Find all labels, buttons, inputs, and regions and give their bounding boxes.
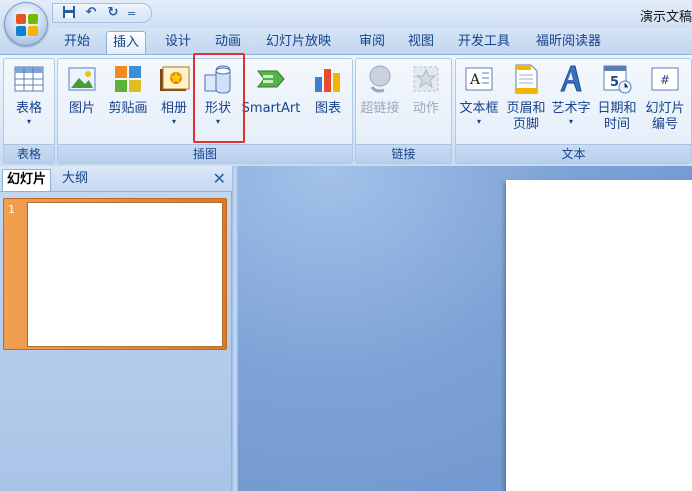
svg-text:#: # <box>660 73 670 87</box>
save-icon[interactable] <box>61 5 77 21</box>
slides-pane: 幻灯片 大纲 ✕ 1 <box>0 166 232 491</box>
quick-access-toolbar: ↶ ↻ = <box>52 3 152 23</box>
slides-pane-tabs: 幻灯片 大纲 ✕ <box>0 166 232 192</box>
date-time-button[interactable]: 5 日期和 时间 <box>595 63 639 133</box>
slide-number-label: 1 <box>8 203 15 216</box>
tab-review[interactable]: 审阅 <box>353 31 391 54</box>
tab-home[interactable]: 开始 <box>58 31 96 54</box>
group-label-illustrations: 插图 <box>58 144 352 163</box>
clipart-button[interactable]: 剪贴画 <box>106 63 150 117</box>
table-button[interactable]: 表格 ▾ <box>7 63 51 127</box>
tab-slides[interactable]: 幻灯片 <box>2 169 52 191</box>
shapes-highlight-box <box>193 53 245 143</box>
redo-icon[interactable]: ↻ <box>105 5 121 21</box>
hyperlink-globe-icon <box>364 63 396 95</box>
textbox-icon: A <box>463 63 495 95</box>
slide-number-button[interactable]: # 幻灯片 编号 <box>641 63 689 133</box>
group-links: 超链接 动作 链接 <box>355 58 452 164</box>
chevron-down-icon: ▾ <box>26 117 31 126</box>
slide-thumbnail[interactable] <box>27 202 223 347</box>
office-logo-icon <box>16 14 38 36</box>
picture-icon <box>66 63 98 95</box>
watermark-url: zhinan.sogou.com <box>514 444 640 458</box>
tab-slideshow[interactable]: 幻灯片放映 <box>260 31 337 54</box>
picture-button[interactable]: 图片 <box>60 63 104 117</box>
textbox-button[interactable]: A 文本框 ▾ <box>457 63 501 127</box>
customize-qat-icon[interactable]: = <box>127 7 136 20</box>
watermark-text: 搜狗指南 <box>550 408 655 438</box>
chevron-down-icon: ▾ <box>171 117 176 126</box>
ribbon-tab-bar: 开始 插入 设计 动画 幻灯片放映 审阅 视图 开发工具 福昕阅读器 <box>0 28 692 54</box>
hyperlink-button[interactable]: 超链接 <box>358 63 402 117</box>
chevron-down-icon: ▾ <box>476 117 481 126</box>
document-title: 演示文稿 <box>639 10 692 25</box>
wordart-icon <box>555 63 587 95</box>
chart-button[interactable]: 图表 <box>306 63 350 117</box>
svg-text:5: 5 <box>610 75 619 90</box>
photo-album-icon <box>158 63 190 95</box>
tab-view[interactable]: 视图 <box>402 31 440 54</box>
group-label-text: 文本 <box>456 144 691 163</box>
close-icon[interactable]: ✕ <box>213 169 226 189</box>
undo-icon[interactable]: ↶ <box>83 5 99 21</box>
calendar-clock-icon: 5 <box>601 63 633 95</box>
photo-album-button[interactable]: 相册 ▾ <box>152 63 196 127</box>
wordart-button[interactable]: 艺术字 ▾ <box>549 63 593 127</box>
sogou-logo-icon: S <box>512 404 542 434</box>
tab-outline[interactable]: 大纲 <box>58 169 92 191</box>
slide-number-icon: # <box>649 63 681 95</box>
smartart-icon <box>255 63 287 95</box>
title-bar: ↶ ↻ = 演示文稿 <box>0 0 692 28</box>
tab-design[interactable]: 设计 <box>159 31 197 54</box>
watermark: S 搜狗指南 zhinan.sogou.com <box>512 402 682 464</box>
bar-chart-icon <box>312 63 344 95</box>
group-label-table: 表格 <box>4 144 54 163</box>
header-footer-button[interactable]: 页眉和 页脚 <box>504 63 548 133</box>
table-icon <box>13 63 45 95</box>
chevron-down-icon: ▾ <box>568 117 573 126</box>
ribbon: 表格 ▾ 表格 图片 剪贴画 相册 ▾ 形状 ▾ SmartArt 图表 插图 … <box>0 54 692 166</box>
office-button[interactable] <box>4 2 48 46</box>
tab-foxit-reader[interactable]: 福昕阅读器 <box>530 31 607 54</box>
svg-text:A: A <box>469 72 481 88</box>
tab-developer[interactable]: 开发工具 <box>452 31 516 54</box>
clipart-icon <box>112 63 144 95</box>
group-text: A 文本框 ▾ 页眉和 页脚 艺术字 ▾ 5 日期和 时间 # 幻灯片 编号 文… <box>455 58 692 164</box>
tab-animation[interactable]: 动画 <box>209 31 247 54</box>
slide-thumbnail-row[interactable]: 1 <box>3 198 227 350</box>
tab-insert[interactable]: 插入 <box>106 31 147 54</box>
group-label-links: 链接 <box>356 144 451 163</box>
smartart-button[interactable]: SmartArt <box>240 63 302 117</box>
header-footer-icon <box>510 63 542 95</box>
action-button[interactable]: 动作 <box>404 63 448 117</box>
action-star-icon <box>410 63 442 95</box>
group-table: 表格 ▾ 表格 <box>3 58 55 164</box>
